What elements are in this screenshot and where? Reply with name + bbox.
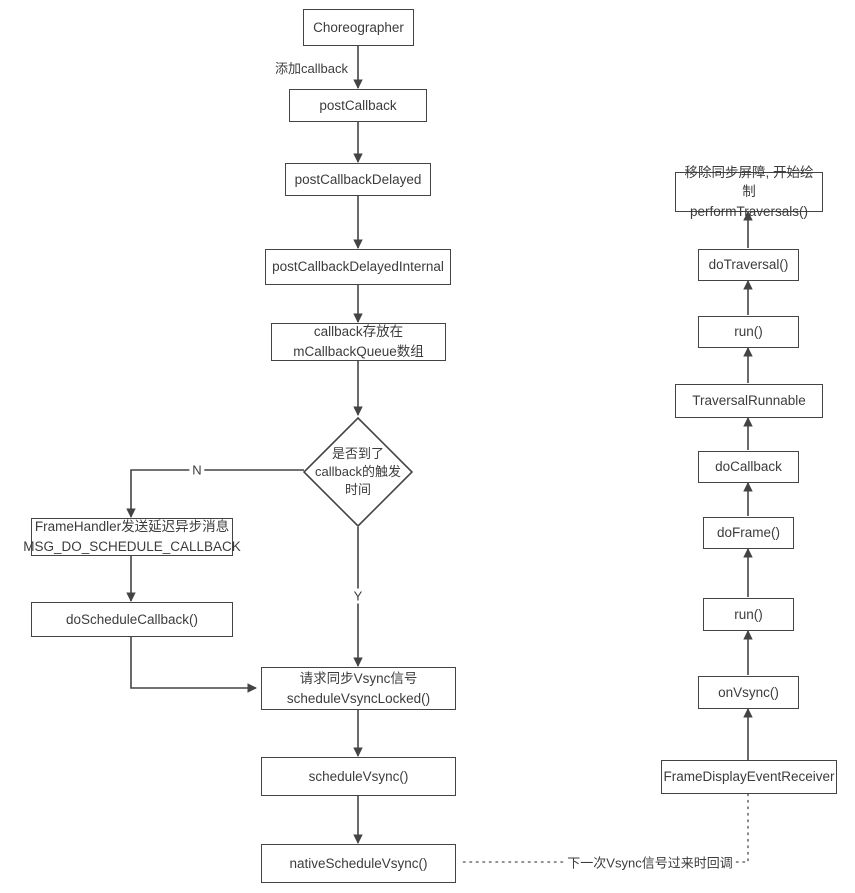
edge-label-vsync-callback: 下一次Vsync信号过来时回调 (564, 852, 736, 872)
node-run-traversal[interactable]: run() (698, 316, 799, 348)
node-callback-queue[interactable]: callback存放在 mCallbackQueue数组 (271, 323, 446, 361)
node-decision-trigger-time[interactable]: 是否到了 callback的触发 时间 (303, 417, 413, 527)
node-post-callback[interactable]: postCallback (289, 89, 427, 122)
node-post-callback-delayed-internal[interactable]: postCallbackDelayedInternal (265, 249, 451, 285)
node-native-schedule-vsync[interactable]: nativeScheduleVsync() (261, 844, 456, 883)
node-perform-traversals[interactable]: 移除同步屏障, 开始绘制 performTraversals() (675, 165, 823, 219)
node-do-traversal[interactable]: doTraversal() (698, 249, 799, 281)
node-choreographer[interactable]: Choreographer (303, 9, 414, 46)
node-frame-display-event-receiver[interactable]: FrameDisplayEventReceiver (661, 760, 837, 794)
edge-label-add-callback: 添加callback (272, 58, 351, 77)
node-on-vsync[interactable]: onVsync() (698, 676, 799, 709)
node-frame-handler[interactable]: FrameHandler发送延迟异步消息 MSG_DO_SCHEDULE_CAL… (23, 518, 241, 556)
node-do-callback[interactable]: doCallback (698, 451, 799, 483)
node-schedule-vsync[interactable]: scheduleVsync() (261, 757, 456, 796)
node-do-schedule-callback[interactable]: doScheduleCallback() (31, 602, 233, 637)
node-run-frame[interactable]: run() (703, 598, 794, 631)
node-do-frame[interactable]: doFrame() (703, 517, 794, 549)
edge-doschedulecallback-to-schedulevsynclocked (130, 637, 257, 693)
node-post-callback-delayed[interactable]: postCallbackDelayed (285, 163, 431, 196)
flowchart-canvas: Choreographer postCallback postCallbackD… (0, 0, 855, 893)
edge-label-branch-no: N (189, 462, 205, 478)
edge-label-branch-yes: Y (350, 588, 366, 604)
decision-label: 是否到了 callback的触发 时间 (315, 445, 401, 498)
node-traversal-runnable[interactable]: TraversalRunnable (675, 384, 823, 418)
edge-decision-no-to-framehandler (126, 469, 304, 518)
node-schedule-vsync-locked[interactable]: 请求同步Vsync信号 scheduleVsyncLocked() (261, 667, 456, 710)
